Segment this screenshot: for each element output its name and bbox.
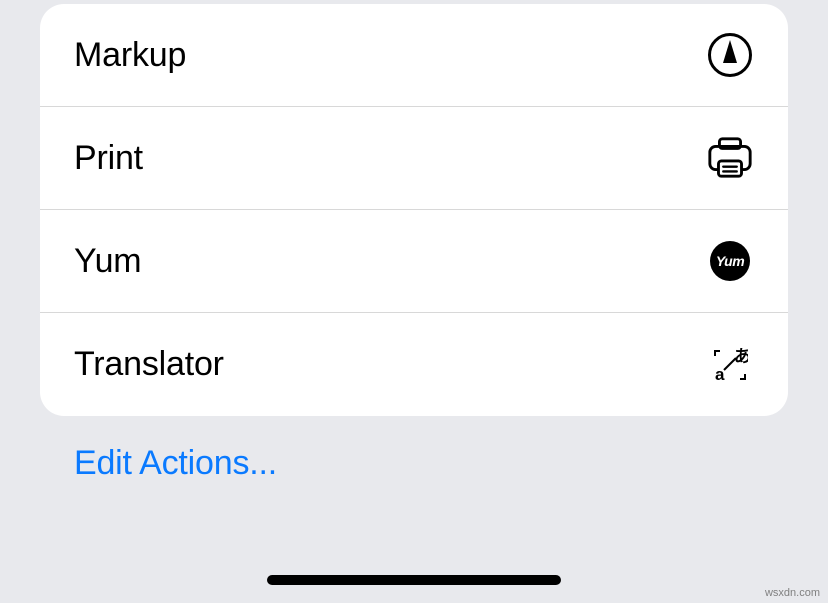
action-print-label: Print: [74, 139, 143, 178]
translator-icon: あ a: [706, 341, 754, 389]
yum-badge: Yum: [710, 241, 750, 281]
markup-icon: [706, 31, 754, 79]
print-icon: [706, 134, 754, 182]
edit-actions-link[interactable]: Edit Actions...: [74, 444, 277, 483]
watermark-text: wsxdn.com: [765, 587, 820, 599]
action-yum[interactable]: Yum Yum: [40, 210, 788, 313]
actions-card: Markup Print Yum Yum Translator: [40, 4, 788, 416]
action-translator[interactable]: Translator あ a: [40, 313, 788, 416]
svg-text:あ: あ: [734, 348, 748, 366]
home-indicator[interactable]: [267, 575, 561, 585]
yum-icon: Yum: [706, 237, 754, 285]
action-translator-label: Translator: [74, 345, 224, 384]
action-yum-label: Yum: [74, 242, 141, 281]
svg-text:a: a: [715, 365, 725, 382]
action-markup-label: Markup: [74, 36, 186, 75]
action-markup[interactable]: Markup: [40, 4, 788, 107]
action-print[interactable]: Print: [40, 107, 788, 210]
